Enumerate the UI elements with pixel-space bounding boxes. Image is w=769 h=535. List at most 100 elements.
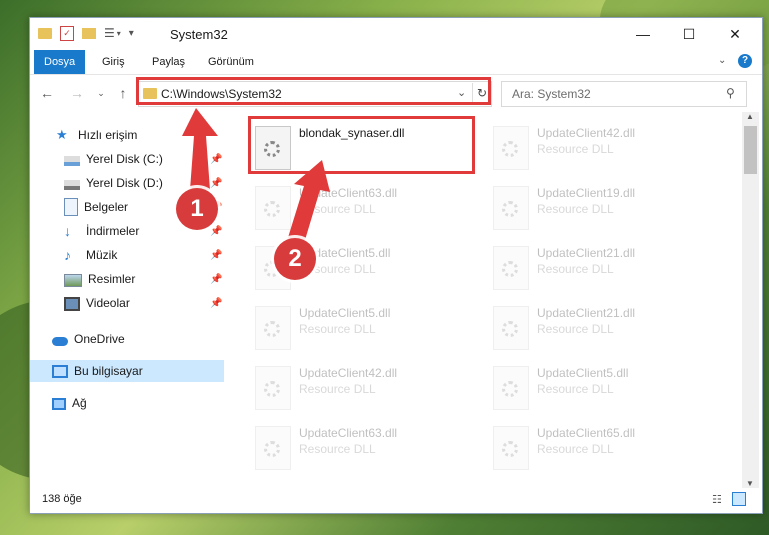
sidebar-item-label: Resimler <box>88 272 136 286</box>
network-icon <box>52 398 66 410</box>
dll-file-icon <box>493 306 529 350</box>
sidebar-item-quick-access[interactable]: ★ Hızlı erişim <box>56 124 137 146</box>
list-item[interactable]: UpdateClient65.dll Resource DLL <box>487 422 717 478</box>
file-type: Resource DLL <box>299 202 376 216</box>
list-item[interactable]: UpdateClient19.dll Resource DLL <box>487 182 717 238</box>
sidebar-item-label: Müzik <box>86 248 118 262</box>
sidebar-item-this-pc[interactable]: Bu bilgisayar <box>30 360 224 382</box>
download-icon: ↓ <box>64 223 71 239</box>
dll-file-icon <box>493 246 529 290</box>
sidebar-item-label: İndirmeler <box>86 224 140 238</box>
new-folder-icon[interactable] <box>82 27 96 39</box>
tab-file[interactable]: Dosya <box>34 50 86 74</box>
sidebar-item-label: Belgeler <box>84 200 129 214</box>
back-arrow-icon[interactable]: ← <box>38 84 56 102</box>
pin-icon[interactable]: 📌 <box>210 178 222 189</box>
step-1-badge: 1 <box>176 188 218 230</box>
file-name: UpdateClient5.dll <box>299 306 391 320</box>
music-icon: ♪ <box>64 247 71 263</box>
sidebar-item-music[interactable]: ♪ Müzik <box>64 244 117 266</box>
maximize-button[interactable]: ☐ <box>666 18 712 50</box>
list-item[interactable]: UpdateClient63.dll Resource DLL <box>249 182 479 238</box>
forward-arrow-icon[interactable]: → <box>68 84 86 102</box>
file-name: UpdateClient42.dll <box>299 366 398 380</box>
dll-file-icon <box>493 186 529 230</box>
up-arrow-icon[interactable]: ↑ <box>114 84 132 102</box>
close-button[interactable]: ✕ <box>712 18 758 50</box>
file-name: UpdateClient5.dll <box>537 366 629 380</box>
sidebar-item-videos[interactable]: Videolar <box>64 292 130 314</box>
file-name: UpdateClient65.dll <box>537 426 636 440</box>
list-item[interactable]: UpdateClient63.dll Resource DLL <box>249 422 479 478</box>
properties-icon[interactable]: ✓ <box>60 25 74 41</box>
dll-file-icon <box>493 426 529 470</box>
sidebar-item-pictures[interactable]: Resimler <box>64 268 135 290</box>
pin-icon[interactable]: 📌 <box>210 226 222 237</box>
vertical-scrollbar[interactable]: ▲ ▼ <box>742 112 759 488</box>
address-highlight-box <box>136 77 491 105</box>
list-item[interactable]: UpdateClient5.dll Resource DLL <box>249 302 479 358</box>
scroll-up-icon[interactable]: ▲ <box>746 112 754 121</box>
tab-view[interactable]: Görünüm <box>198 50 264 74</box>
file-type: Resource DLL <box>299 382 376 396</box>
list-item[interactable]: UpdateClient21.dll Resource DLL <box>487 302 717 358</box>
pin-icon[interactable]: 📌 <box>210 298 222 309</box>
sidebar-item-disk-c[interactable]: Yerel Disk (C:) <box>64 148 163 170</box>
dll-file-icon <box>255 426 291 470</box>
sidebar-item-disk-d[interactable]: Yerel Disk (D:) <box>64 172 163 194</box>
documents-icon <box>64 198 78 216</box>
tab-share[interactable]: Paylaş <box>142 50 195 74</box>
file-name: UpdateClient21.dll <box>537 306 636 320</box>
sidebar-item-label: Yerel Disk (D:) <box>86 176 163 190</box>
sidebar-item-label: Ağ <box>72 396 87 410</box>
file-name: UpdateClient42.dll <box>537 126 636 140</box>
folder-icon <box>38 27 52 39</box>
file-highlight-box <box>248 116 475 174</box>
file-type: Resource DLL <box>537 382 614 396</box>
file-type: Resource DLL <box>537 142 614 156</box>
sidebar-item-downloads[interactable]: ↓ İndirmeler <box>64 220 139 242</box>
dll-file-icon <box>493 366 529 410</box>
scrollbar-thumb[interactable] <box>744 126 757 174</box>
pictures-icon <box>64 273 82 287</box>
recent-locations-icon[interactable]: ⌄ <box>92 84 110 102</box>
tab-home[interactable]: Giriş <box>92 50 135 74</box>
chevron-down-icon[interactable]: ⌄ <box>718 55 726 66</box>
search-placeholder: Ara: System32 <box>512 87 591 101</box>
list-item[interactable]: UpdateClient42.dll Resource DLL <box>249 362 479 418</box>
help-icon[interactable]: ? <box>738 54 752 68</box>
list-item[interactable]: UpdateClient21.dll Resource DLL <box>487 242 717 298</box>
window-title: System32 <box>170 27 228 42</box>
pin-icon[interactable]: 📌 <box>210 250 222 261</box>
item-count: 138 öğe <box>42 493 82 505</box>
sidebar-item-documents[interactable]: Belgeler <box>64 196 128 218</box>
chevron-down-icon[interactable]: ▾ <box>117 29 121 38</box>
search-input[interactable]: Ara: System32 ⚲ <box>501 81 747 107</box>
pin-icon[interactable]: 📌 <box>210 154 222 165</box>
sidebar-item-label: Videolar <box>86 296 130 310</box>
pin-icon[interactable]: 📌 <box>210 274 222 285</box>
cloud-icon <box>52 336 68 346</box>
drive-icon <box>64 179 80 190</box>
sidebar-item-label: Bu bilgisayar <box>74 364 143 378</box>
view-icon[interactable]: ☰ <box>104 26 115 40</box>
search-icon: ⚲ <box>726 86 735 100</box>
sidebar-item-onedrive[interactable]: OneDrive <box>52 328 125 350</box>
file-name: UpdateClient19.dll <box>537 186 636 200</box>
large-icons-view-icon[interactable] <box>732 492 746 506</box>
minimize-button[interactable]: — <box>620 18 666 50</box>
file-name: UpdateClient21.dll <box>537 246 636 260</box>
sidebar-item-label: Hızlı erişim <box>78 128 138 142</box>
step-2-badge: 2 <box>274 238 316 280</box>
customize-toolbar-icon[interactable]: ▾ <box>129 28 134 39</box>
list-item[interactable]: UpdateClient42.dll Resource DLL <box>487 122 717 178</box>
status-bar: 138 öğe ☷ <box>30 488 762 512</box>
details-view-icon[interactable]: ☷ <box>712 493 722 506</box>
star-icon: ★ <box>56 127 68 142</box>
sidebar-item-network[interactable]: Ağ <box>52 392 87 414</box>
drive-icon <box>64 155 80 166</box>
dll-file-icon <box>255 366 291 410</box>
scroll-down-icon[interactable]: ▼ <box>746 479 754 488</box>
ribbon-tabs: Dosya Giriş Paylaş Görünüm ⌄ ? <box>30 50 762 75</box>
list-item[interactable]: UpdateClient5.dll Resource DLL <box>487 362 717 418</box>
